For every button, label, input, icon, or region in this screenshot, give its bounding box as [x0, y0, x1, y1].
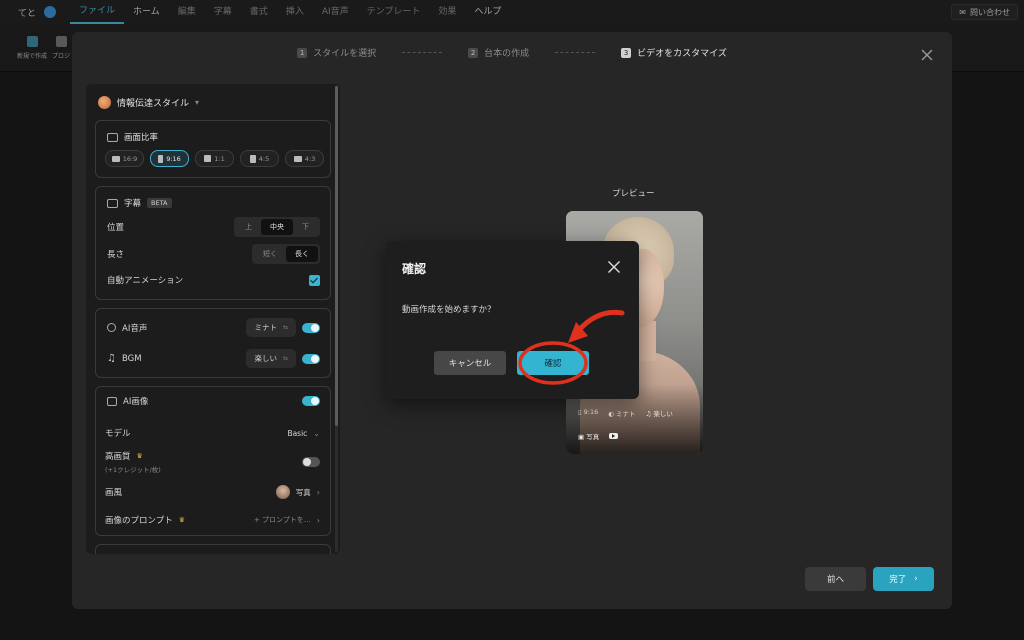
- cancel-button[interactable]: キャンセル: [434, 351, 506, 375]
- subtitle-header: 字幕 BETA: [107, 197, 172, 209]
- dialog-message: 動画作成を始めますか？: [402, 305, 496, 315]
- beta-badge: BETA: [147, 198, 172, 208]
- style-logo-icon: [98, 96, 111, 109]
- panel-scrollbar[interactable]: [335, 86, 338, 552]
- ai-voice-toggle[interactable]: [302, 322, 320, 333]
- wizard-steps: 1 スタイルを選択 2 台本の作成 3 ビデオをカスタマイズ: [72, 46, 952, 59]
- portrait-icon: [249, 154, 256, 163]
- portrait-icon: [158, 154, 164, 163]
- ratio-4-5[interactable]: 4:5: [240, 150, 279, 167]
- position-bottom[interactable]: 下: [293, 219, 318, 235]
- aspect-ratio-icon: [107, 132, 118, 142]
- bgm-row: ♫ BGM 楽しい ⇆: [107, 349, 320, 368]
- landscape-icon: [111, 155, 120, 162]
- chevron-down-icon: ▾: [195, 98, 200, 107]
- aspect-ratio-header: 画面比率: [107, 131, 158, 143]
- voice-icon: ◐ ミナト: [608, 410, 636, 418]
- ratio-1-1[interactable]: 1:1: [195, 150, 234, 167]
- image-icon: ▣ 写真: [578, 433, 600, 441]
- confirm-button[interactable]: 確認: [517, 351, 589, 375]
- landscape-icon: [293, 155, 302, 162]
- scrollbar-thumb[interactable]: [335, 86, 338, 426]
- ratio-options: 16:9 9:16 1:1 4:5 4:3: [105, 150, 324, 167]
- settings-panel: 情報伝達スタイル ▾ 画面比率 16:9 9:16 1:1 4:5 4:3 字幕…: [86, 84, 340, 554]
- subtitle-icon: [107, 198, 118, 208]
- portrait-icon: ▯ 9:16: [578, 408, 599, 416]
- ai-voice-row: AI音声 ミナト ⇆: [107, 318, 320, 337]
- auto-animation-checkbox[interactable]: [309, 274, 320, 286]
- voice-icon: [107, 323, 116, 332]
- prev-button[interactable]: 前へ: [805, 567, 866, 591]
- bgm-select[interactable]: 楽しい ⇆: [246, 349, 296, 368]
- position-top[interactable]: 上: [236, 219, 261, 235]
- image-prompt-row: 画像のプロンプト ♛ + プロンプトを… ›: [105, 515, 320, 527]
- step-3: 3 ビデオをカスタマイズ: [621, 46, 727, 59]
- chevron-down-icon: ⌄: [313, 428, 320, 438]
- style-selector[interactable]: 情報伝達スタイル ▾: [98, 96, 199, 109]
- music-note-icon: ♫ 楽しい: [645, 410, 673, 418]
- ai-image-card: AI画像 モデル Basic ⌄ 高画質 ♛ (+1クレジット/枚) 画風 写真…: [95, 386, 331, 536]
- ratio-16-9[interactable]: 16:9: [105, 150, 144, 167]
- ai-image-header: AI画像: [107, 395, 320, 407]
- crown-icon: ♛: [178, 516, 186, 524]
- dialog-title: 確認: [402, 262, 427, 276]
- bgm-toggle[interactable]: [302, 353, 320, 364]
- length-long[interactable]: 長く: [286, 246, 318, 262]
- model-row: モデル Basic ⌄: [105, 428, 320, 440]
- style-title: 情報伝達スタイル: [117, 99, 190, 109]
- subtitle-position-row: 位置 上 中央 下: [107, 217, 320, 237]
- play-icon: [609, 433, 619, 439]
- step-separator: [555, 52, 596, 53]
- next-card: [95, 544, 331, 554]
- step-2: 2 台本の作成: [468, 46, 529, 59]
- aspect-ratio-card: 画面比率 16:9 9:16 1:1 4:5 4:3: [95, 120, 331, 178]
- chevron-right-icon: ›: [316, 487, 320, 497]
- position-center[interactable]: 中央: [261, 219, 293, 235]
- position-segmented: 上 中央 下: [234, 217, 320, 237]
- preview-meta: ▯ 9:16 ◐ ミナト ♫ 楽しい: [578, 408, 673, 418]
- auto-animation-row: 自動アニメーション: [107, 274, 320, 286]
- voice-select[interactable]: ミナト ⇆: [246, 318, 296, 337]
- ratio-4-3[interactable]: 4:3: [285, 150, 324, 167]
- crown-icon: ♛: [136, 452, 143, 460]
- style-thumbnail: [275, 485, 290, 499]
- image-style-select[interactable]: 写真 ›: [275, 485, 320, 499]
- image-icon: [107, 396, 117, 406]
- swap-icon: ⇆: [282, 355, 288, 362]
- high-quality-row: 高画質 ♛ (+1クレジット/枚): [105, 450, 320, 474]
- chevron-right-icon: ›: [316, 515, 320, 525]
- chevron-right-icon: ›: [914, 574, 918, 584]
- confirm-dialog: 確認 動画作成を始めますか？ キャンセル 確認: [386, 241, 639, 399]
- subtitle-length-row: 長さ 短く 長く: [107, 244, 320, 264]
- music-note-icon: ♫: [107, 353, 116, 364]
- ratio-9-16[interactable]: 9:16: [150, 150, 189, 167]
- step-separator: [402, 52, 443, 53]
- length-segmented: 短く 長く: [252, 244, 320, 264]
- high-quality-toggle[interactable]: [302, 457, 320, 467]
- image-prompt-button[interactable]: + プロンプトを… ›: [254, 515, 320, 525]
- square-icon: [204, 155, 212, 162]
- audio-card: AI音声 ミナト ⇆ ♫ BGM 楽しい ⇆: [95, 308, 331, 378]
- subtitle-card: 字幕 BETA 位置 上 中央 下 長さ 短く 長く 自動アニメーション: [95, 186, 331, 300]
- model-select[interactable]: Basic ⌄: [287, 429, 320, 438]
- preview-label: プレビュー: [612, 189, 655, 199]
- swap-icon: ⇆: [282, 324, 288, 331]
- step-1: 1 スタイルを選択: [297, 46, 376, 59]
- preview-meta-2: ▣ 写真: [578, 431, 619, 441]
- done-button[interactable]: 完了 ›: [873, 567, 934, 591]
- ai-image-toggle[interactable]: [302, 396, 320, 406]
- length-short[interactable]: 短く: [254, 246, 286, 262]
- close-icon[interactable]: [920, 48, 934, 62]
- close-icon[interactable]: [607, 260, 621, 274]
- image-style-row: 画風 写真 ›: [105, 485, 320, 499]
